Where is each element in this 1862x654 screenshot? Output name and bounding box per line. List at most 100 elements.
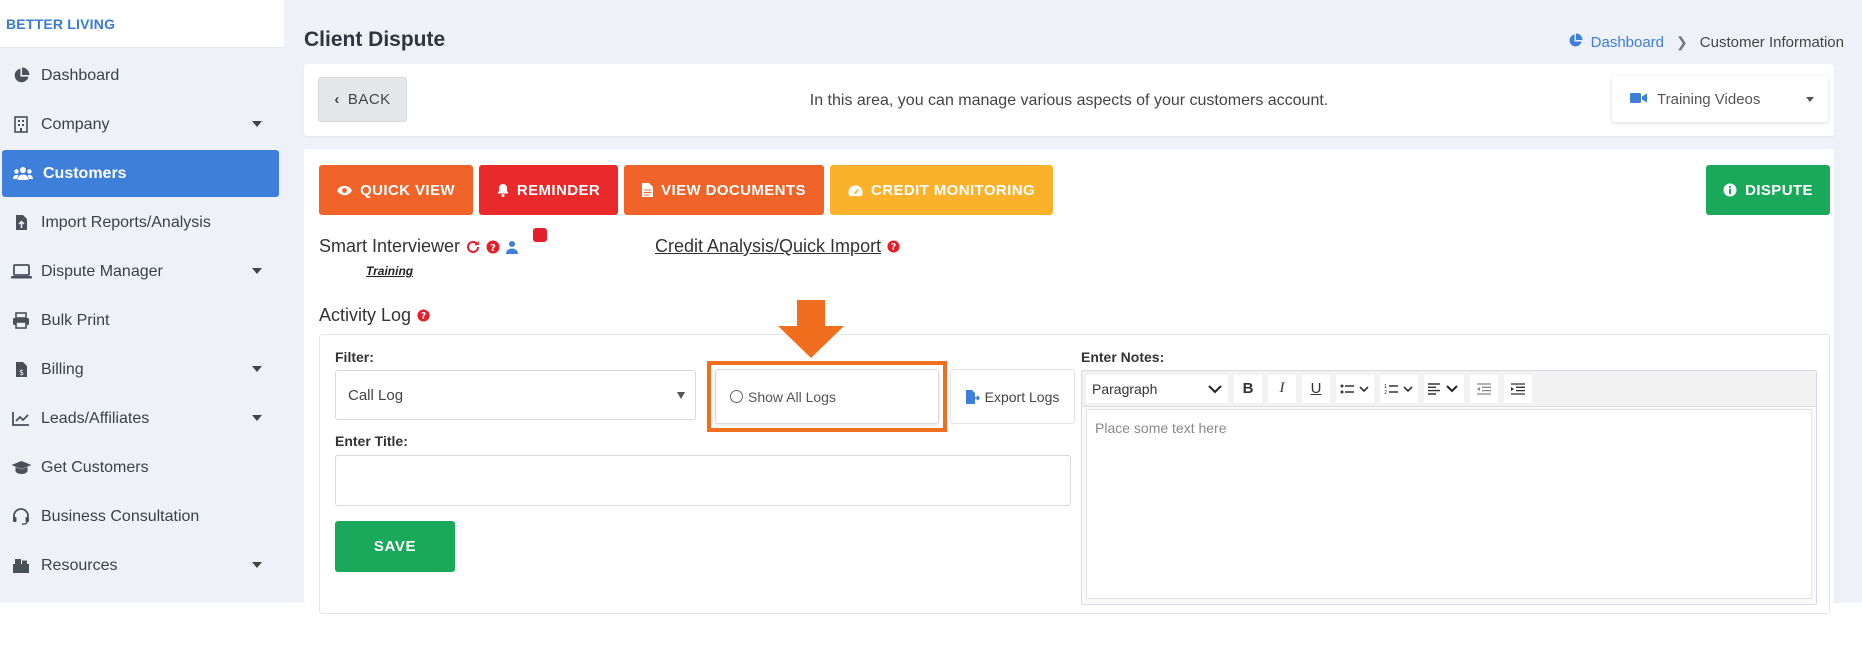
sidebar-item-leads-affiliates[interactable]: Leads/Affiliates bbox=[0, 395, 280, 442]
chevron-down-icon bbox=[252, 415, 262, 421]
sidebar-item-resources[interactable]: Resources bbox=[0, 542, 280, 589]
reminder-button[interactable]: REMINDER bbox=[479, 165, 618, 215]
credit-analysis-link[interactable]: Credit Analysis/Quick Import ? bbox=[655, 236, 900, 257]
save-button[interactable]: SAVE bbox=[335, 521, 455, 572]
box-icon bbox=[10, 555, 32, 577]
help-circle-icon[interactable]: ? bbox=[417, 309, 430, 322]
text-align-icon[interactable] bbox=[1424, 374, 1464, 403]
main-content: Client Dispute Dashboard ❯ Customer Info… bbox=[304, 0, 1844, 614]
paragraph-style-label: Paragraph bbox=[1092, 380, 1158, 397]
info-circle-icon bbox=[1723, 183, 1737, 197]
users-icon bbox=[12, 163, 34, 185]
training-videos-dropdown[interactable]: Training Videos bbox=[1612, 76, 1828, 122]
app-window: BETTER LIVING Dashboard Company Customer… bbox=[0, 0, 1862, 614]
sidebar-item-label: Resources bbox=[41, 556, 118, 574]
filter-value: Call Log bbox=[348, 386, 404, 404]
sidebar-nav: Dashboard Company Customers Import Repor… bbox=[0, 52, 284, 589]
sidebar-item-business-consultation[interactable]: Business Consultation bbox=[0, 493, 280, 540]
credit-monitoring-button[interactable]: CREDIT MONITORING bbox=[830, 165, 1053, 215]
svg-text:2: 2 bbox=[1384, 390, 1387, 395]
headset-icon bbox=[10, 506, 32, 528]
quick-view-label: QUICK VIEW bbox=[360, 181, 455, 199]
invoice-icon: $ bbox=[10, 359, 32, 381]
training-link[interactable]: Training bbox=[366, 264, 413, 278]
activity-log-title: Activity Log bbox=[319, 305, 412, 325]
user-icon[interactable] bbox=[506, 240, 519, 254]
indent-icon[interactable] bbox=[1504, 374, 1532, 403]
sidebar-item-label: Bulk Print bbox=[41, 311, 110, 329]
radio-button[interactable] bbox=[730, 390, 743, 403]
page-title: Client Dispute bbox=[304, 28, 446, 51]
view-documents-label: VIEW DOCUMENTS bbox=[661, 181, 806, 199]
training-videos-label: Training Videos bbox=[1657, 90, 1761, 108]
sidebar: BETTER LIVING Dashboard Company Customer… bbox=[0, 0, 284, 603]
line-chart-icon bbox=[10, 408, 32, 430]
show-all-logs-toggle[interactable]: Show All Logs bbox=[715, 369, 939, 424]
pie-chart-icon bbox=[10, 65, 32, 87]
sidebar-item-label: Dashboard bbox=[41, 66, 120, 84]
italic-icon[interactable]: I bbox=[1268, 374, 1296, 403]
chevron-down-icon bbox=[252, 268, 262, 274]
customer-actions-card: QUICK VIEW REMINDER VIEW DOCUMENTS CREDI… bbox=[304, 149, 1834, 614]
sidebar-item-dashboard[interactable]: Dashboard bbox=[0, 52, 280, 99]
help-circle-icon[interactable]: ? bbox=[486, 240, 500, 254]
breadcrumb-current: Customer Information bbox=[1699, 34, 1844, 51]
sidebar-item-customers[interactable]: Customers bbox=[2, 150, 279, 197]
title-input[interactable] bbox=[335, 455, 1071, 506]
back-button[interactable]: ‹ BACK bbox=[318, 77, 407, 122]
sidebar-item-bulk-print[interactable]: Bulk Print bbox=[0, 297, 280, 344]
notes-text-area[interactable]: Place some text here bbox=[1086, 409, 1812, 599]
underline-icon[interactable]: U bbox=[1302, 374, 1330, 403]
eye-icon bbox=[337, 185, 353, 196]
document-icon bbox=[642, 183, 654, 197]
bulleted-list-icon[interactable] bbox=[1336, 374, 1374, 403]
view-documents-button[interactable]: VIEW DOCUMENTS bbox=[624, 165, 824, 215]
quick-view-button[interactable]: QUICK VIEW bbox=[319, 165, 473, 215]
gauge-icon bbox=[848, 184, 863, 197]
file-import-icon bbox=[10, 212, 32, 234]
breadcrumb-dashboard-link[interactable]: Dashboard bbox=[1591, 34, 1664, 51]
enter-title-label: Enter Title: bbox=[335, 433, 408, 449]
svg-text:$: $ bbox=[18, 368, 23, 377]
bold-icon[interactable]: B bbox=[1234, 374, 1262, 403]
top-info-card: ‹ BACK In this area, you can manage vari… bbox=[304, 64, 1834, 136]
chevron-left-icon: ‹ bbox=[334, 91, 340, 108]
file-export-icon bbox=[965, 389, 980, 404]
sidebar-item-company[interactable]: Company bbox=[0, 101, 280, 148]
brand-logo[interactable]: BETTER LIVING bbox=[0, 0, 284, 48]
numbered-list-icon[interactable]: 12 bbox=[1380, 374, 1418, 403]
chevron-down-icon bbox=[252, 366, 262, 372]
dispute-button[interactable]: DISPUTE bbox=[1706, 165, 1830, 215]
breadcrumb: Dashboard ❯ Customer Information bbox=[1568, 33, 1844, 52]
enter-notes-label: Enter Notes: bbox=[1081, 349, 1165, 365]
sidebar-item-import-reports[interactable]: Import Reports/Analysis bbox=[0, 199, 280, 246]
filter-select[interactable]: Call Log bbox=[335, 370, 696, 420]
laptop-icon bbox=[10, 261, 32, 283]
sidebar-item-dispute-manager[interactable]: Dispute Manager bbox=[0, 248, 280, 295]
dispute-label: DISPUTE bbox=[1745, 181, 1813, 199]
export-logs-button[interactable]: Export Logs bbox=[950, 369, 1075, 424]
export-logs-label: Export Logs bbox=[984, 388, 1060, 405]
paragraph-style-select[interactable]: Paragraph bbox=[1086, 374, 1228, 403]
sidebar-item-label: Dispute Manager bbox=[41, 262, 163, 280]
bell-icon bbox=[497, 183, 509, 197]
sidebar-item-get-customers[interactable]: Get Customers bbox=[0, 444, 280, 491]
svg-text:?: ? bbox=[891, 242, 896, 253]
chevron-down-icon bbox=[252, 121, 262, 127]
sidebar-item-label: Leads/Affiliates bbox=[41, 409, 150, 427]
credit-analysis-label: Credit Analysis/Quick Import bbox=[655, 236, 882, 256]
pie-chart-icon bbox=[1568, 33, 1583, 52]
refresh-icon[interactable] bbox=[466, 240, 480, 254]
building-icon bbox=[10, 114, 32, 136]
notes-editor: Paragraph B I U 12 Place some text here bbox=[1081, 370, 1817, 605]
caret-down-icon bbox=[677, 392, 685, 399]
sidebar-item-label: Billing bbox=[41, 360, 84, 378]
help-circle-icon[interactable]: ? bbox=[887, 240, 900, 253]
outdent-icon[interactable] bbox=[1470, 374, 1498, 403]
smart-interviewer: Smart Interviewer ? bbox=[319, 236, 519, 257]
chevron-down-icon bbox=[1208, 381, 1222, 397]
chevron-down-icon bbox=[252, 562, 262, 568]
sidebar-item-billing[interactable]: $ Billing bbox=[0, 346, 280, 393]
show-all-logs-label: Show All Logs bbox=[748, 388, 836, 405]
sidebar-item-label: Get Customers bbox=[41, 458, 149, 476]
